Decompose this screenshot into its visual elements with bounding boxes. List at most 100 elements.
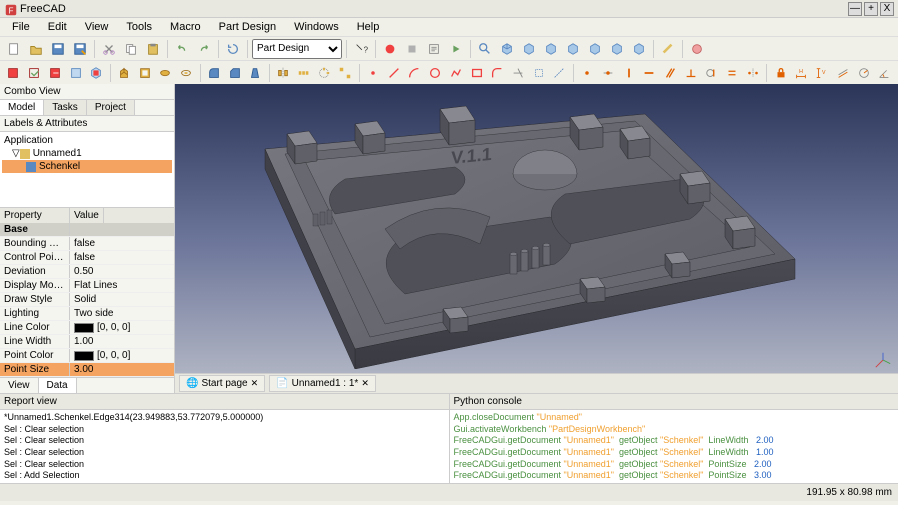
constraint-hdist-icon[interactable]: H — [792, 63, 811, 83]
tree-body[interactable]: Application ▽ Unnamed1 Schenkel — [0, 132, 174, 207]
constraint-angle-icon[interactable] — [875, 63, 894, 83]
appearance-icon[interactable] — [687, 39, 707, 59]
whats-this-icon[interactable]: ? — [351, 39, 371, 59]
multi-transform-icon[interactable] — [336, 63, 355, 83]
tree-item-schenkel[interactable]: Schenkel — [2, 160, 172, 173]
constraint-radius-icon[interactable] — [854, 63, 873, 83]
combo-tab-tasks[interactable]: Tasks — [44, 100, 87, 115]
close-tab-icon[interactable]: ✕ — [361, 378, 369, 389]
constraint-length-icon[interactable] — [834, 63, 853, 83]
prop-row[interactable]: Line Width1.00 — [0, 335, 174, 349]
left-view-icon[interactable] — [629, 39, 649, 59]
tree-document[interactable]: ▽ Unnamed1 — [2, 147, 172, 160]
minimize-button[interactable]: — — [848, 2, 862, 16]
construction-icon[interactable] — [550, 63, 569, 83]
save-as-icon[interactable] — [70, 39, 90, 59]
redo-icon[interactable] — [194, 39, 214, 59]
right-view-icon[interactable] — [563, 39, 583, 59]
sketch-icon[interactable] — [4, 63, 23, 83]
pad-icon[interactable] — [115, 63, 134, 83]
menu-edit[interactable]: Edit — [40, 19, 75, 35]
circle-sketch-icon[interactable] — [426, 63, 445, 83]
close-tab-icon[interactable]: ✕ — [251, 378, 259, 389]
nav-axes-icon[interactable] — [874, 351, 892, 369]
external-geom-icon[interactable] — [529, 63, 548, 83]
prop-row[interactable]: Display Mo…Flat Lines — [0, 279, 174, 293]
menu-view[interactable]: View — [77, 19, 117, 35]
map-sketch-icon[interactable] — [87, 63, 106, 83]
record-macro-icon[interactable] — [380, 39, 400, 59]
constraint-vertical-icon[interactable] — [619, 63, 638, 83]
prop-tab-view[interactable]: View — [0, 378, 39, 393]
menu-tools[interactable]: Tools — [118, 19, 160, 35]
paste-icon[interactable] — [143, 39, 163, 59]
revolution-icon[interactable] — [156, 63, 175, 83]
constraint-lock-icon[interactable] — [771, 63, 790, 83]
leave-sketch-icon[interactable] — [45, 63, 64, 83]
constraint-perpendicular-icon[interactable] — [681, 63, 700, 83]
python-console-body[interactable]: App.closeDocument "Unnamed"Gui.activateW… — [450, 410, 898, 483]
fillet-icon[interactable] — [204, 63, 223, 83]
constraint-horizontal-icon[interactable] — [640, 63, 659, 83]
close-button[interactable]: X — [880, 2, 894, 16]
point-sketch-icon[interactable] — [364, 63, 383, 83]
prop-row[interactable]: Bounding …false — [0, 237, 174, 251]
groove-icon[interactable] — [177, 63, 196, 83]
menu-windows[interactable]: Windows — [286, 19, 347, 35]
mirror-icon[interactable] — [274, 63, 293, 83]
combo-tab-project[interactable]: Project — [87, 100, 135, 115]
menu-file[interactable]: File — [4, 19, 38, 35]
fillet-sketch-icon[interactable] — [488, 63, 507, 83]
viewport-3d[interactable]: V.1.1 🌐Start page✕ 📄Unnamed1 : 1*✕ — [175, 84, 898, 393]
prop-row[interactable]: Deviation0.50 — [0, 265, 174, 279]
cut-icon[interactable] — [99, 39, 119, 59]
viewport-tab-start[interactable]: 🌐Start page✕ — [179, 375, 265, 392]
chamfer-icon[interactable] — [225, 63, 244, 83]
prop-row[interactable]: Draw StyleSolid — [0, 293, 174, 307]
combo-tab-model[interactable]: Model — [0, 100, 44, 115]
prop-row[interactable]: Control Poi…false — [0, 251, 174, 265]
tree-application[interactable]: Application — [2, 134, 172, 147]
maximize-button[interactable]: + — [864, 2, 878, 16]
rear-view-icon[interactable] — [585, 39, 605, 59]
execute-macro-icon[interactable] — [446, 39, 466, 59]
menu-macro[interactable]: Macro — [162, 19, 209, 35]
report-view-body[interactable]: *Unnamed1.Schenkel.Edge314(23.949883,53.… — [0, 410, 449, 483]
constraint-point-on-icon[interactable] — [599, 63, 618, 83]
constraint-equal-icon[interactable] — [723, 63, 742, 83]
top-view-icon[interactable] — [541, 39, 561, 59]
constraint-coincident-icon[interactable] — [578, 63, 597, 83]
constraint-tangent-icon[interactable] — [702, 63, 721, 83]
rect-sketch-icon[interactable] — [467, 63, 486, 83]
menu-part-design[interactable]: Part Design — [211, 19, 284, 35]
viewport-tab-doc[interactable]: 📄Unnamed1 : 1*✕ — [269, 375, 376, 392]
pocket-icon[interactable] — [135, 63, 154, 83]
constraint-parallel-icon[interactable] — [661, 63, 680, 83]
polar-pattern-icon[interactable] — [315, 63, 334, 83]
view-sketch-icon[interactable] — [66, 63, 85, 83]
constraint-symmetric-icon[interactable] — [744, 63, 763, 83]
fit-all-icon[interactable] — [475, 39, 495, 59]
copy-icon[interactable] — [121, 39, 141, 59]
save-icon[interactable] — [48, 39, 68, 59]
undo-icon[interactable] — [172, 39, 192, 59]
polyline-sketch-icon[interactable] — [446, 63, 465, 83]
arc-sketch-icon[interactable] — [405, 63, 424, 83]
prop-row[interactable]: Point Color[0, 0, 0] — [0, 349, 174, 363]
stop-macro-icon[interactable] — [402, 39, 422, 59]
isometric-view-icon[interactable] — [497, 39, 517, 59]
prop-row[interactable]: Point Size3.00 — [0, 363, 174, 377]
new-file-icon[interactable] — [4, 39, 24, 59]
line-sketch-icon[interactable] — [384, 63, 403, 83]
linear-pattern-icon[interactable] — [294, 63, 313, 83]
refresh-icon[interactable] — [223, 39, 243, 59]
draft-icon[interactable] — [246, 63, 265, 83]
open-file-icon[interactable] — [26, 39, 46, 59]
workbench-selector[interactable]: Part Design — [252, 39, 342, 59]
prop-tab-data[interactable]: Data — [39, 378, 77, 393]
prop-row[interactable]: LightingTwo side — [0, 307, 174, 321]
measure-distance-icon[interactable] — [658, 39, 678, 59]
edit-sketch-icon[interactable] — [25, 63, 44, 83]
front-view-icon[interactable] — [519, 39, 539, 59]
menu-help[interactable]: Help — [349, 19, 388, 35]
